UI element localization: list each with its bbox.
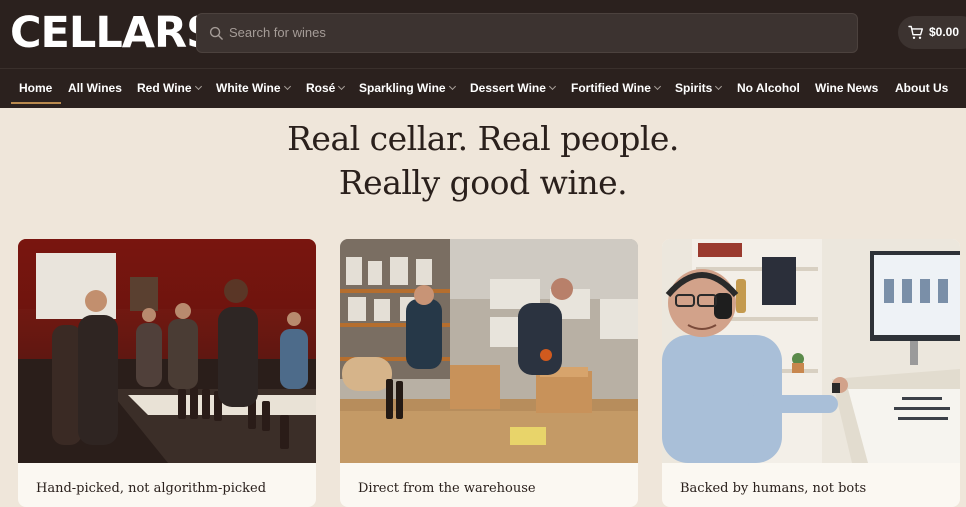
search-placeholder: Search for wines bbox=[229, 25, 326, 40]
card-caption: Backed by humans, not bots bbox=[680, 481, 867, 496]
nav-label: White Wine bbox=[216, 81, 281, 95]
chevron-down-icon bbox=[194, 82, 202, 91]
card-caption: Hand-picked, not algorithm-picked bbox=[36, 481, 267, 496]
nav-label: Rosé bbox=[306, 81, 336, 95]
nav-label: Red Wine bbox=[137, 81, 192, 95]
cart-button[interactable]: $0.00 bbox=[898, 16, 966, 49]
hero-title: Real cellar. Real people. Really good wi… bbox=[0, 117, 966, 205]
nav-item-no-alcohol[interactable]: No Alcohol bbox=[737, 81, 800, 95]
hero-line-1: Real cellar. Real people. bbox=[287, 119, 679, 158]
cart-total: $0.00 bbox=[929, 25, 960, 39]
nav-item-all-wines[interactable]: All Wines bbox=[68, 81, 122, 95]
chevron-down-icon bbox=[283, 82, 291, 91]
support-agent-photo bbox=[662, 239, 960, 463]
search-input[interactable]: Search for wines bbox=[196, 13, 858, 53]
chevron-down-icon bbox=[715, 82, 723, 91]
nav-label: Home bbox=[19, 81, 53, 95]
logo[interactable]: CELLARS bbox=[10, 9, 217, 57]
nav-item-red-wine[interactable]: Red Wine bbox=[137, 81, 202, 95]
nav-item-white-wine[interactable]: White Wine bbox=[216, 81, 291, 95]
search-icon bbox=[209, 26, 223, 40]
nav-item-spirits[interactable]: Spirits bbox=[675, 81, 723, 95]
cart-icon bbox=[908, 25, 923, 39]
nav-label: Fortified Wine bbox=[571, 81, 651, 95]
chevron-down-icon bbox=[548, 82, 556, 91]
nav-label: Dessert Wine bbox=[470, 81, 546, 95]
nav-label: Spirits bbox=[675, 81, 713, 95]
tasting-event-photo bbox=[18, 239, 316, 463]
active-nav-indicator bbox=[11, 102, 61, 104]
feature-card-hand-picked[interactable]: Hand-picked, not algorithm-picked bbox=[18, 239, 316, 507]
nav-item-wine-news[interactable]: Wine News bbox=[815, 81, 878, 95]
nav-item-about-us[interactable]: About Us bbox=[895, 81, 948, 95]
nav-item-fortified-wine[interactable]: Fortified Wine bbox=[571, 81, 661, 95]
chevron-down-icon bbox=[338, 82, 346, 91]
feature-card-humans[interactable]: Backed by humans, not bots bbox=[662, 239, 960, 507]
warehouse-photo bbox=[340, 239, 638, 463]
chevron-down-icon bbox=[448, 82, 456, 91]
nav-item-home[interactable]: Home bbox=[19, 81, 52, 95]
nav-label: Sparkling Wine bbox=[359, 81, 446, 95]
nav-item-sparkling-wine[interactable]: Sparkling Wine bbox=[359, 81, 456, 95]
feature-card-warehouse[interactable]: Direct from the warehouse bbox=[340, 239, 638, 507]
card-caption: Direct from the warehouse bbox=[358, 481, 536, 496]
nav-label: Wine News bbox=[815, 81, 879, 95]
chevron-down-icon bbox=[653, 82, 661, 91]
nav-item-dessert-wine[interactable]: Dessert Wine bbox=[470, 81, 556, 95]
nav-item-rose[interactable]: Rosé bbox=[306, 81, 346, 95]
header: CELLARS Search for wines $0.00 bbox=[0, 0, 966, 68]
nav-label: About Us bbox=[895, 81, 949, 95]
main-nav: Home All Wines Red Wine White Wine Rosé … bbox=[0, 68, 966, 108]
nav-label: No Alcohol bbox=[737, 81, 800, 95]
hero-line-2: Really good wine. bbox=[338, 163, 628, 202]
nav-label: All Wines bbox=[68, 81, 122, 95]
